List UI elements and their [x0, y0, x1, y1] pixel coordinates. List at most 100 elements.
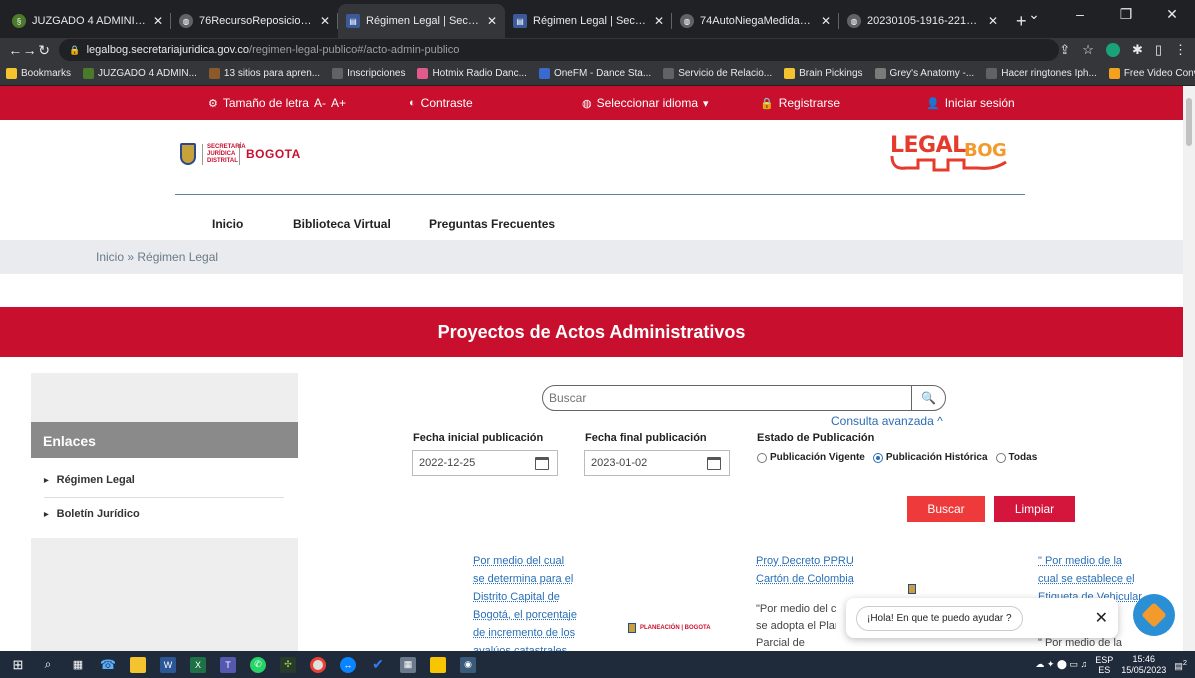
file-explorer-icon[interactable] — [130, 656, 146, 673]
close-icon[interactable]: ✕ — [1095, 608, 1108, 628]
avatar[interactable] — [1105, 43, 1120, 57]
nav-inicio[interactable]: Inicio — [212, 217, 243, 231]
bookmark-item[interactable]: Servicio de Relacio... — [663, 68, 772, 79]
browser-tab[interactable]: § JUZGADO 4 ADMINISTRATIV ✕ — [4, 4, 171, 38]
bookmark-item[interactable]: Grey's Anatomy -... — [874, 68, 974, 79]
reload-icon[interactable]: ↻ — [37, 42, 51, 59]
radio-circle — [995, 452, 1006, 463]
todo-icon[interactable]: ✔ — [370, 656, 386, 673]
bookmarks-bar: Bookmarks JUZGADO 4 ADMIN... 13 sitios par… — [0, 62, 1195, 86]
font-decrease-button[interactable]: A- — [314, 96, 326, 110]
bookmark-item[interactable]: 13 sitios para apren... — [208, 68, 320, 79]
teamviewer-icon[interactable]: ↔ — [340, 656, 356, 673]
chat-message[interactable]: ¡Hola! En que te puedo ayudar ? — [856, 605, 1023, 631]
browser-tab[interactable]: ◍ 74AutoNiegaMedidaCautelar ✕ — [672, 4, 839, 38]
bookmark-item[interactable]: JUZGADO 4 ADMIN... — [83, 68, 197, 79]
close-tab-icon[interactable]: ✕ — [153, 14, 163, 28]
close-tab-icon[interactable]: ✕ — [487, 14, 497, 28]
font-size-control[interactable]: ⚙ Tamaño de letra A- A+ — [208, 96, 346, 110]
sidebar-top-panel — [31, 373, 298, 422]
tray-icons[interactable]: ☁ ✦ ⬤ ▭ ♫ — [1035, 659, 1087, 670]
bookmarks-folder[interactable]: Bookmarks — [6, 68, 71, 79]
nav-biblioteca-virtual[interactable]: Biblioteca Virtual — [293, 217, 391, 231]
sidebar-item-regimen-legal[interactable]: ▶ Régimen Legal — [44, 474, 135, 486]
result-card-link[interactable]: Por medio del cual se determina para el Di… — [473, 552, 588, 651]
close-window-icon[interactable]: ✕ — [1149, 0, 1195, 30]
forward-icon[interactable]: → — [22, 42, 37, 58]
legalbog-logo[interactable]: LEGAL BOG — [888, 126, 1028, 176]
start-date-label: Fecha inicial publicación — [413, 432, 544, 444]
language-indicator[interactable]: ESP ES — [1095, 655, 1113, 675]
radio-vigente[interactable]: Publicación Vigente — [757, 452, 865, 463]
chevron-down-icon[interactable]: ⌄ — [1011, 0, 1057, 30]
bookmark-item[interactable]: Brain Pickings — [784, 68, 863, 79]
end-date-field[interactable]: 2023-01-02 — [584, 450, 730, 476]
chat-launcher-button[interactable] — [1133, 594, 1175, 636]
search-input[interactable] — [543, 391, 911, 405]
radio-historica[interactable]: Publicación Histórica — [872, 452, 988, 463]
bookmark-icon — [1108, 68, 1120, 79]
calculator-icon[interactable]: ▦ — [400, 656, 416, 673]
login-link[interactable]: 👤 Iniciar sesión — [926, 96, 1015, 110]
url-field[interactable]: 🔒 legalbog.secretariajuridica.gov.co/reg… — [59, 39, 1060, 61]
app-icon[interactable]: ✣ — [280, 656, 296, 673]
advanced-search-toggle[interactable]: Consulta avanzada ^ — [831, 414, 943, 428]
bookmark-item[interactable]: Inscripciones — [332, 68, 405, 79]
breadcrumb[interactable]: Inicio » Régimen Legal — [0, 240, 1183, 274]
notification-icon[interactable]: ▤2 — [1174, 658, 1187, 672]
bookmark-item[interactable]: OneFM - Dance Sta... — [538, 68, 651, 79]
scrollbar-thumb[interactable] — [1186, 98, 1192, 146]
star-icon[interactable]: ☆ — [1082, 42, 1094, 58]
sidebar-item-boletin-juridico[interactable]: ▶ Boletín Jurídico — [44, 508, 140, 520]
secretaria-text: SECRETARÍA JURÍDICA DISTRITAL — [202, 143, 246, 165]
result-card-link[interactable]: Proy Decreto PPRU Cartón de Colombia — [756, 552, 876, 588]
menu-icon[interactable]: ⋮ — [1174, 42, 1187, 58]
word-icon[interactable]: W — [160, 656, 176, 673]
teams-icon[interactable]: T — [220, 656, 236, 673]
register-link[interactable]: 🔒 Registrarse — [760, 96, 840, 110]
sidepanel-icon[interactable]: ▯ — [1155, 42, 1162, 58]
sidebar-bottom-panel — [31, 538, 298, 651]
secretaria-logo[interactable]: SECRETARÍA JURÍDICA DISTRITAL BOGOTA — [180, 130, 310, 178]
extensions-icon[interactable]: ✱ — [1132, 42, 1143, 58]
search-icon[interactable]: ⌕ — [40, 657, 56, 673]
search-icon[interactable]: 🔍 — [911, 386, 945, 410]
contrast-button[interactable]: ◐ Contraste — [409, 96, 473, 110]
start-date-value: 2022-12-25 — [419, 457, 476, 469]
minimize-icon[interactable]: – — [1057, 0, 1103, 30]
browser-tab[interactable]: ▤ Régimen Legal | Secretaría Ju ✕ — [505, 4, 672, 38]
calendar-icon[interactable] — [707, 457, 721, 470]
close-tab-icon[interactable]: ✕ — [654, 14, 664, 28]
search-button[interactable]: Buscar — [907, 496, 985, 522]
font-increase-button[interactable]: A+ — [331, 96, 346, 110]
browser-tab-active[interactable]: ▤ Régimen Legal | Secretaría Ju ✕ — [338, 4, 505, 38]
close-tab-icon[interactable]: ✕ — [988, 14, 998, 28]
close-tab-icon[interactable]: ✕ — [821, 14, 831, 28]
bookmark-item[interactable]: Hacer ringtones Iph... — [986, 68, 1097, 79]
clock[interactable]: 15:46 15/05/2023 — [1121, 654, 1166, 676]
phone-icon[interactable]: ☎ — [100, 657, 116, 673]
share-icon[interactable]: ⇪ — [1059, 42, 1070, 58]
bookmark-item[interactable]: Hotmix Radio Danc... — [417, 68, 527, 79]
nav-preguntas-frecuentes[interactable]: Preguntas Frecuentes — [429, 217, 555, 231]
language-select[interactable]: ◍ Seleccionar idioma ▾ — [582, 96, 709, 110]
sticky-notes-icon[interactable] — [430, 656, 446, 673]
radio-todas[interactable]: Todas — [995, 452, 1037, 463]
excel-icon[interactable]: X — [190, 656, 206, 673]
chrome-profile-icon[interactable]: ◉ — [460, 656, 476, 673]
chrome-icon[interactable] — [310, 656, 326, 673]
task-view-icon[interactable]: ▦ — [70, 657, 86, 673]
close-tab-icon[interactable]: ✕ — [320, 14, 330, 28]
bookmark-item[interactable]: Free Video Convert... — [1108, 68, 1195, 79]
back-icon[interactable]: ← — [8, 42, 22, 58]
scrollbar[interactable] — [1183, 86, 1195, 651]
browser-tab[interactable]: ◍ 76RecursoReposicionApelaci ✕ — [171, 4, 338, 38]
restore-icon[interactable]: ❐ — [1103, 0, 1149, 30]
start-date-field[interactable]: 2022-12-25 — [412, 450, 558, 476]
calendar-icon[interactable] — [535, 457, 549, 470]
windows-start-icon[interactable]: ⊞ — [10, 657, 26, 673]
bookmark-icon — [208, 68, 220, 79]
whatsapp-icon[interactable]: ✆ — [250, 656, 266, 673]
clear-button[interactable]: Limpiar — [994, 496, 1075, 522]
browser-tab[interactable]: ◍ 20230105-1916-221229dtsrc ✕ — [839, 4, 1006, 38]
